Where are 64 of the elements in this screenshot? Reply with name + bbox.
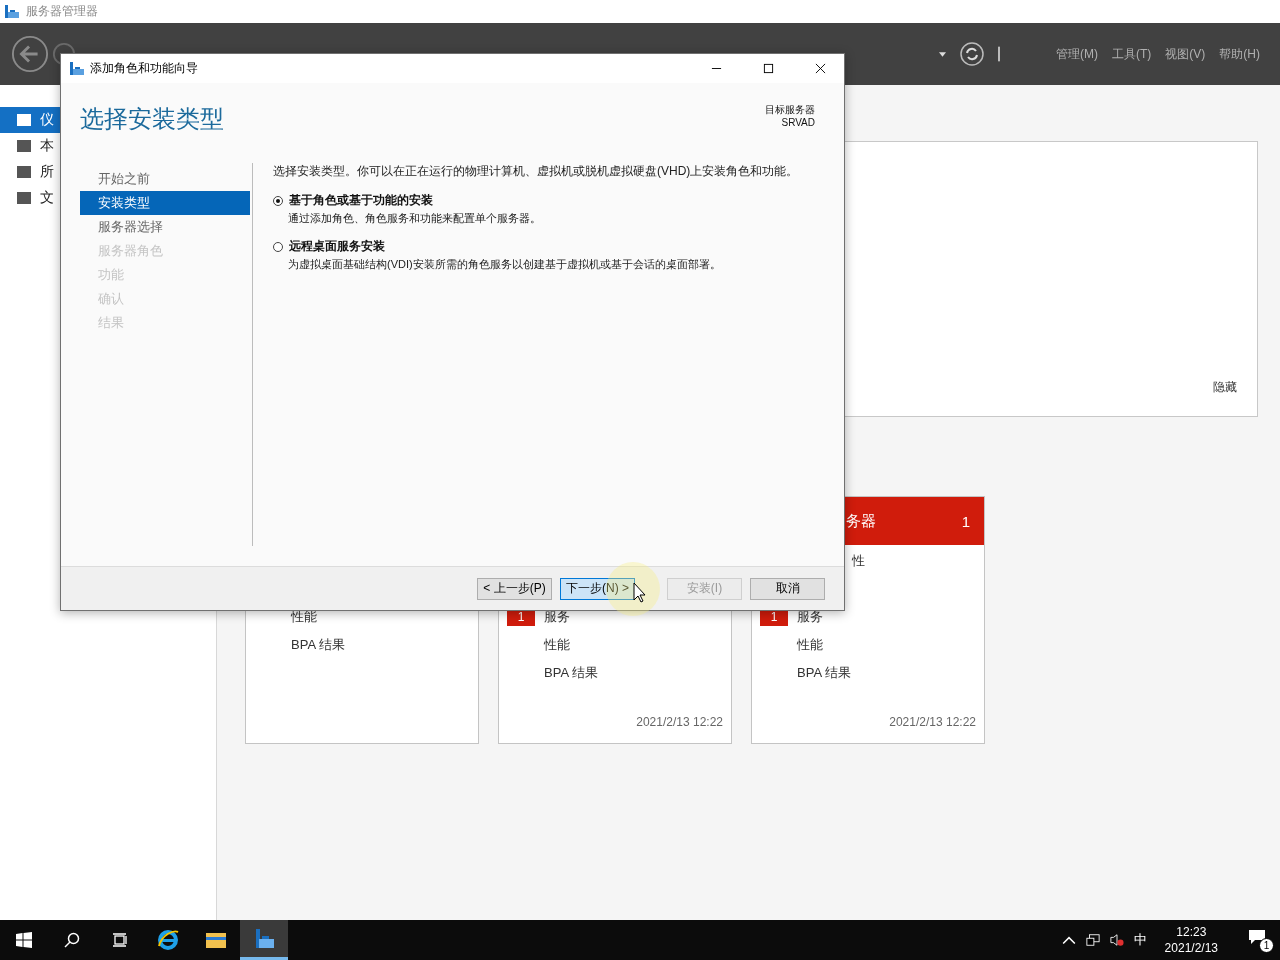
- clock[interactable]: 12:23 2021/2/13: [1164, 924, 1218, 956]
- option-label[interactable]: 基于角色或基于功能的安装: [289, 192, 433, 209]
- wizard-button[interactable]: < 上一步(P): [477, 577, 552, 600]
- start-icon[interactable]: [16, 932, 32, 948]
- tile-row[interactable]: BPA 结果: [291, 636, 345, 654]
- tile-row[interactable]: 性能: [797, 636, 823, 654]
- tile-row[interactable]: BPA 结果: [797, 664, 851, 682]
- network-icon[interactable]: [1085, 933, 1100, 947]
- radio-button[interactable]: [273, 241, 283, 252]
- wizard-step[interactable]: 服务器选择: [80, 215, 250, 239]
- task-view-icon[interactable]: [112, 932, 128, 948]
- tile-count: 1: [961, 512, 970, 530]
- sidebar-item[interactable]: 文: [0, 185, 60, 211]
- tile-row[interactable]: 服务: [797, 608, 823, 626]
- option-description: 通过添加角色、角色服务和功能来配置单个服务器。: [287, 211, 542, 226]
- menu-item[interactable]: 帮助(H): [1219, 45, 1260, 63]
- intro-text: 选择安装类型。你可以在正在运行的物理计算机、虚拟机或脱机虚拟硬盘(VHD)上安装角色和功能。: [273, 163, 799, 180]
- radio-button[interactable]: [273, 195, 283, 206]
- sidebar-item[interactable]: 本: [0, 133, 60, 159]
- input-method[interactable]: 中: [1133, 931, 1147, 949]
- search-icon[interactable]: [64, 932, 80, 948]
- server-manager-icon: [4, 3, 20, 20]
- flag-icon[interactable]: [998, 44, 1002, 64]
- tile-title: 务器: [846, 511, 876, 531]
- menu-item[interactable]: 视图(V): [1165, 45, 1206, 63]
- tile-timestamp: 2021/2/13 12:22: [636, 715, 723, 729]
- tile-row[interactable]: 性能: [544, 636, 570, 654]
- sidebar-icon: [16, 138, 32, 154]
- maximize-icon[interactable]: [763, 63, 774, 74]
- tile-row[interactable]: BPA 结果: [544, 664, 598, 682]
- browser-icon: [156, 928, 180, 952]
- volume-muted-icon[interactable]: [1109, 933, 1124, 947]
- wizard-step[interactable]: 开始之前: [80, 167, 250, 191]
- page-heading: 选择安装类型: [80, 104, 224, 134]
- wizard-step[interactable]: 安装类型: [80, 191, 250, 215]
- app-title: 服务器管理器: [26, 3, 98, 20]
- clock-date: 2021/2/13: [1164, 940, 1218, 956]
- wizard-button[interactable]: 下一步(N) >: [560, 577, 635, 600]
- menu-item[interactable]: 管理(M): [1056, 45, 1098, 63]
- target-server: SRVAD: [781, 116, 815, 129]
- clock-time: 12:23: [1176, 924, 1207, 940]
- tile-timestamp: 2021/2/13 12:22: [889, 715, 976, 729]
- sidebar-icon: [16, 190, 32, 206]
- taskbar-app[interactable]: [240, 920, 288, 960]
- refresh-icon[interactable]: [960, 42, 984, 66]
- dialog-title: 添加角色和功能向导: [90, 60, 199, 77]
- sidebar-icon: [16, 112, 32, 128]
- menu-item[interactable]: 工具(T): [1112, 45, 1152, 63]
- notification-count: 1: [1259, 938, 1274, 953]
- tile-row[interactable]: 性能: [291, 608, 317, 626]
- sidebar-item[interactable]: 所: [0, 159, 60, 185]
- dropdown-icon[interactable]: [939, 51, 946, 57]
- hide-link[interactable]: 隐藏: [1213, 379, 1237, 396]
- tile-row[interactable]: 服务: [544, 608, 570, 626]
- notification-icon[interactable]: [1248, 929, 1266, 945]
- wizard-icon: [69, 60, 85, 77]
- sidebar-icon: [16, 164, 32, 180]
- wizard-button[interactable]: 取消: [750, 577, 825, 600]
- target-label: 目标服务器: [765, 103, 815, 116]
- tile-row[interactable]: 性: [852, 552, 865, 570]
- option-label[interactable]: 远程桌面服务安装: [289, 238, 385, 255]
- sidebar-item[interactable]: 仪: [0, 107, 60, 133]
- option-description: 为虚拟桌面基础结构(VDI)安装所需的角色服务以创建基于虚拟机或基于会话的桌面部署。: [287, 257, 722, 272]
- close-icon[interactable]: [815, 63, 826, 74]
